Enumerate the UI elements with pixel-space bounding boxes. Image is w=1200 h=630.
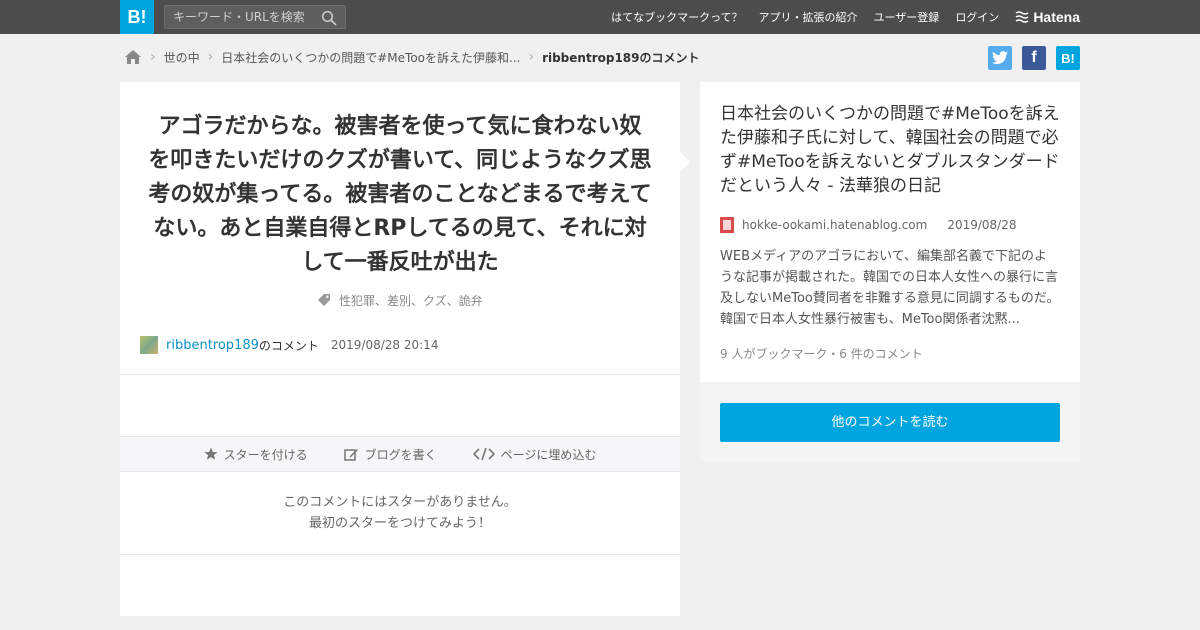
divider <box>120 374 680 375</box>
avatar[interactable] <box>140 336 158 354</box>
site-favicon-icon <box>720 217 734 233</box>
search-icon[interactable] <box>321 10 337 26</box>
embed-label: ページに埋め込む <box>500 447 597 462</box>
home-icon[interactable] <box>124 49 142 65</box>
star-icon <box>203 447 218 460</box>
entry-title-link[interactable]: 日本社会のいくつかの問題で#MeTooを訴えた伊藤和子氏に対して、韓国社会の問題… <box>720 102 1060 198</box>
hatena-share-button[interactable]: B! <box>1056 46 1080 70</box>
search-input[interactable] <box>165 6 315 28</box>
search-box <box>164 5 346 29</box>
twitter-share-button[interactable] <box>988 46 1012 70</box>
hatena-icon <box>1015 11 1029 23</box>
tag-icon <box>318 294 331 306</box>
comment-time[interactable]: 2019/08/28 20:14 <box>331 338 439 352</box>
tag-list[interactable]: 性犯罪、差別、クズ、詭弁 <box>339 294 483 308</box>
entry-date: 2019/08/28 <box>947 218 1017 232</box>
top-bar: B! はてなブックマークって？ アプリ・拡張の紹介 ユーザー登録 ログイン Ha… <box>0 0 1200 34</box>
nav-signup[interactable]: ユーザー登録 <box>874 9 940 25</box>
breadcrumb-category[interactable]: 世の中 <box>164 49 200 66</box>
write-blog-button[interactable]: ブログを書く <box>343 446 437 463</box>
nav-login[interactable]: ログイン <box>955 9 999 25</box>
comment-text: アゴラだからな。被害者を使って気に食わない奴を叩きたいだけのクズが書いて、同じよ… <box>148 114 652 275</box>
entry-card-footer: 他のコメントを読む <box>700 382 1080 462</box>
breadcrumb: › 世の中 › 日本社会のいくつかの問題で#MeTooを訴えた伊藤和... › … <box>124 47 700 67</box>
entry-card: 日本社会のいくつかの問題で#MeTooを訴えた伊藤和子氏に対して、韓国社会の問題… <box>700 82 1080 382</box>
read-comments-button[interactable]: 他のコメントを読む <box>720 403 1060 442</box>
code-icon <box>472 447 495 461</box>
breadcrumb-entry[interactable]: 日本社会のいくつかの問題で#MeTooを訴えた伊藤和... <box>221 49 520 66</box>
chevron-right-icon: › <box>528 49 535 65</box>
hatena-bookmark-logo[interactable]: B! <box>120 0 154 34</box>
hatena-brand-label: Hatena <box>1033 9 1080 25</box>
embed-button[interactable]: ページに埋め込む <box>472 446 597 463</box>
entry-description: WEBメディアのアゴラにおいて、編集部名義で下記のような記事が掲載された。韓国で… <box>720 249 1060 327</box>
chevron-right-icon: › <box>207 49 214 65</box>
divider <box>120 554 680 555</box>
chevron-right-icon: › <box>150 49 156 65</box>
edit-icon <box>343 448 358 461</box>
hatena-brand[interactable]: Hatena <box>1015 9 1080 25</box>
nav-about[interactable]: はてなブックマークって？ <box>611 9 742 25</box>
no-star-line1: このコメントにはスターがありません。 <box>283 495 517 510</box>
write-blog-label: ブログを書く <box>364 447 437 462</box>
breadcrumb-current: ribbentrop189のコメント <box>542 50 700 65</box>
top-nav: はてなブックマークって？ アプリ・拡張の紹介 ユーザー登録 ログイン Haten… <box>611 0 1080 34</box>
add-star-label: スターを付ける <box>223 447 308 462</box>
comment-actions: スターを付ける ブログを書く ページに埋め込む <box>120 436 680 472</box>
entry-bookmark-count[interactable]: 9 人がブックマーク・6 件のコメント <box>720 345 923 362</box>
comment-suffix: のコメント <box>258 338 319 353</box>
entry-domain-link[interactable]: hokke-ookami.hatenablog.com <box>742 218 927 232</box>
comment-card: アゴラだからな。被害者を使って気に食わない奴を叩きたいだけのクズが書いて、同じよ… <box>120 82 680 616</box>
facebook-share-button[interactable]: f <box>1022 46 1046 70</box>
add-star-button[interactable]: スターを付ける <box>203 446 308 463</box>
entry-meta: hokke-ookami.hatenablog.com 2019/08/28 <box>720 217 1017 233</box>
nav-apps[interactable]: アプリ・拡張の紹介 <box>759 9 858 25</box>
twitter-icon <box>992 51 1008 65</box>
no-star-line2: 最初のスターをつけてみよう！ <box>308 516 491 531</box>
hatena-bookmark-icon: B! <box>1061 50 1075 66</box>
card-arrow <box>680 152 690 172</box>
no-star-message: このコメントにはスターがありません。 最初のスターをつけてみよう！ <box>120 492 680 534</box>
facebook-icon: f <box>1031 49 1037 66</box>
comment-user-link[interactable]: ribbentrop189 <box>166 338 259 353</box>
share-buttons: f B! <box>988 46 1080 70</box>
comment-tags: 性犯罪、差別、クズ、詭弁 <box>120 292 680 309</box>
comment-meta: ribbentrop189 のコメント 2019/08/28 20:14 <box>140 336 438 354</box>
